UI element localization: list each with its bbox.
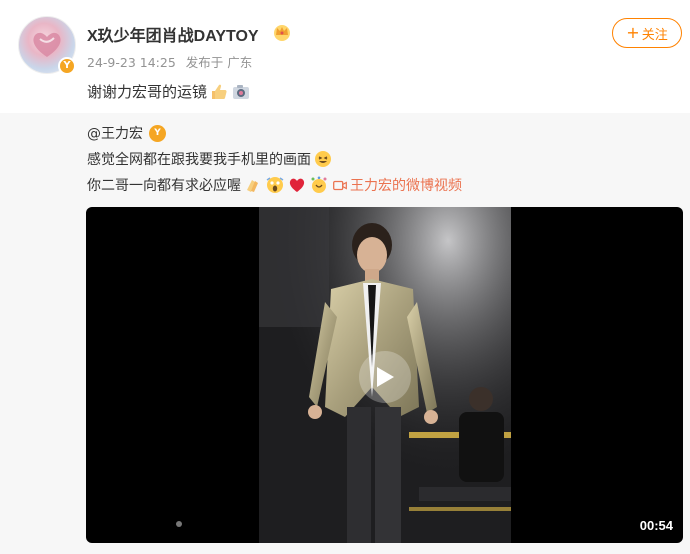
repost-author: @王力宏 Y: [87, 123, 166, 143]
repost-text-1: 感觉全网都在跟我要我手机里的画面: [87, 152, 311, 168]
heart-emoji-icon: [287, 175, 307, 195]
repost-text-line-1: 感觉全网都在跟我要我手机里的画面: [87, 149, 333, 169]
repost-block: @王力宏 Y 感觉全网都在跟我要我手机里的画面 你二哥一向都有求必应喔 王力宏的…: [0, 113, 690, 554]
username[interactable]: X玖少年团肖战DAYTOY: [87, 22, 259, 46]
post-meta: 24-9-23 14:25 发布于 广东: [87, 52, 258, 71]
grin-emoji-icon: [313, 149, 333, 169]
celebrate-emoji-icon: [309, 175, 329, 195]
repost-text-line-2: 你二哥一向都有求必应喔 王力宏的微博视频: [87, 175, 462, 195]
clap-emoji-icon: [243, 175, 263, 195]
camera-emoji-icon: [231, 82, 251, 102]
post-source: 发布于 广东: [185, 55, 253, 70]
repost-text-2: 你二哥一向都有求必应喔: [87, 178, 241, 194]
verified-badge: Y: [58, 57, 76, 75]
plus-icon: +: [626, 23, 640, 42]
video-player[interactable]: 00:54: [86, 207, 683, 543]
follow-label: 关注: [641, 27, 668, 43]
post-text-body: 谢谢力宏哥的运镜: [87, 83, 208, 101]
follow-button[interactable]: + 关注: [612, 18, 682, 48]
video-link[interactable]: 王力宏的微博视频: [333, 175, 462, 195]
loading-indicator-icon: [176, 521, 182, 527]
verified-badge-small: Y: [149, 124, 166, 142]
timestamp[interactable]: 24-9-23 14:25: [87, 55, 176, 70]
thumbs-up-emoji-icon: [209, 82, 229, 102]
repost-author-name[interactable]: @王力宏: [87, 123, 143, 143]
crown-icon: [274, 25, 290, 41]
avatar-art-icon: [33, 32, 61, 57]
play-button[interactable]: [359, 351, 411, 403]
video-camera-icon: [333, 180, 347, 190]
video-duration: 00:54: [639, 518, 673, 533]
scream-emoji-icon: [265, 175, 285, 195]
post-text: 谢谢力宏哥的运镜: [87, 81, 251, 102]
video-link-label: 王力宏的微博视频: [350, 178, 462, 194]
play-icon: [377, 367, 394, 387]
post-header: Y X玖少年团肖战DAYTOY 24-9-23 14:25 发布于 广东 + 关…: [0, 0, 690, 113]
